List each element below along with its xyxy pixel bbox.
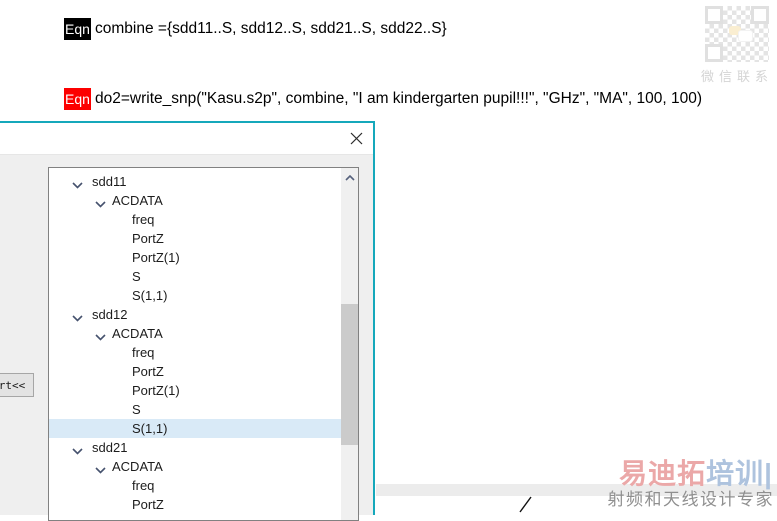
tree-row[interactable]: PortZ [49,495,341,514]
close-button[interactable] [348,130,365,147]
tree-item-label: PortZ [132,497,164,512]
qr-finder-icon [751,6,769,24]
tree-item-label: freq [132,212,155,227]
tree-row[interactable]: PortZ(1) [49,381,341,400]
eqn-badge: Eqn [64,18,91,40]
tree-item-label: ACDATA [112,193,163,208]
tree-row[interactable]: S(1,1) [49,286,341,305]
tree-item-label: freq [132,478,155,493]
tree-row-list: sdd11 ACDATA freq PortZ PortZ(1) S S(1,1) sdd12… [49,172,341,520]
chevron-down-icon[interactable] [95,195,107,208]
tree-item-label: S [132,402,141,417]
tree-row[interactable]: PortZ [49,229,341,248]
tree-item-label: ACDATA [112,459,163,474]
equation-combine[interactable]: Eqn combine ={sdd11..S, sdd12..S, sdd21.… [64,17,447,41]
tree-row[interactable]: PortZ(1) [49,248,341,267]
qr-caption: 微信联系 [701,69,774,84]
eqn-badge: Eqn [64,88,91,110]
tree-row[interactable]: sdd21 [49,438,341,457]
brand-slogan: 射频和天线设计专家 [607,490,774,509]
tree-row[interactable]: ACDATA [49,324,341,343]
qr-watermark: 微信联系 [701,6,773,85]
tree-item-label: PortZ(1) [132,250,180,265]
tree-item-label: S(1,1) [132,421,168,436]
chevron-down-icon[interactable] [72,442,84,455]
tree-item-label: PortZ(1) [132,383,180,398]
variable-browser-dialog: rt<< sdd11 ACDATA freq PortZ PortZ(1) S S(1,1)… [0,121,375,521]
scrollbar-thumb[interactable] [341,304,358,445]
tree-row[interactable]: S [49,267,341,286]
tree-item-label: PortZ [132,231,164,246]
tree-item-label: freq [132,345,155,360]
tree-row[interactable]: sdd11 [49,172,341,191]
chevron-down-icon[interactable] [95,328,107,341]
chevron-down-icon[interactable] [72,176,84,189]
wechat-bubble-icon [738,30,753,42]
chevron-down-icon[interactable] [72,309,84,322]
tree-item-label: ACDATA [112,326,163,341]
tree-item-label: PortZ [132,364,164,379]
tree-row[interactable]: S [49,400,341,419]
qr-finder-icon [705,6,723,24]
tree-item-label: S(1,1) [132,288,168,303]
chevron-up-icon [344,175,355,181]
tree-row[interactable]: freq [49,476,341,495]
tree-scrollbar[interactable] [341,168,358,520]
insert-button-partial[interactable]: rt<< [0,373,34,397]
variable-tree[interactable]: sdd11 ACDATA freq PortZ PortZ(1) S S(1,1) sdd12… [48,167,359,521]
tree-row[interactable]: freq [49,343,341,362]
tree-row[interactable]: PortZ [49,362,341,381]
qr-finder-icon [705,44,723,62]
tree-row[interactable]: ACDATA [49,191,341,210]
qr-code-icon [705,6,769,62]
tree-item-label: sdd12 [92,307,128,322]
tree-row[interactable]: freq [49,210,341,229]
dialog-titlebar[interactable] [0,123,373,155]
equation-write-snp[interactable]: Eqn do2=write_snp("Kasu.s2p", combine, "… [64,87,702,111]
tree-row[interactable]: sdd12 [49,305,341,324]
tree-item-label: sdd11 [92,174,127,189]
equation-text: do2=write_snp("Kasu.s2p", combine, "I am… [95,90,703,107]
tree-item-label: sdd21 [92,440,128,455]
tree-row[interactable]: S(1,1) [49,419,341,438]
schematic-line [519,496,532,513]
tree-item-label: S [132,269,141,284]
tree-row[interactable]: ACDATA [49,457,341,476]
equation-text: combine ={sdd11..S, sdd12..S, sdd21..S, … [95,20,447,37]
close-icon [350,132,363,145]
chevron-down-icon[interactable] [95,461,107,474]
scroll-up-button[interactable] [341,171,358,185]
